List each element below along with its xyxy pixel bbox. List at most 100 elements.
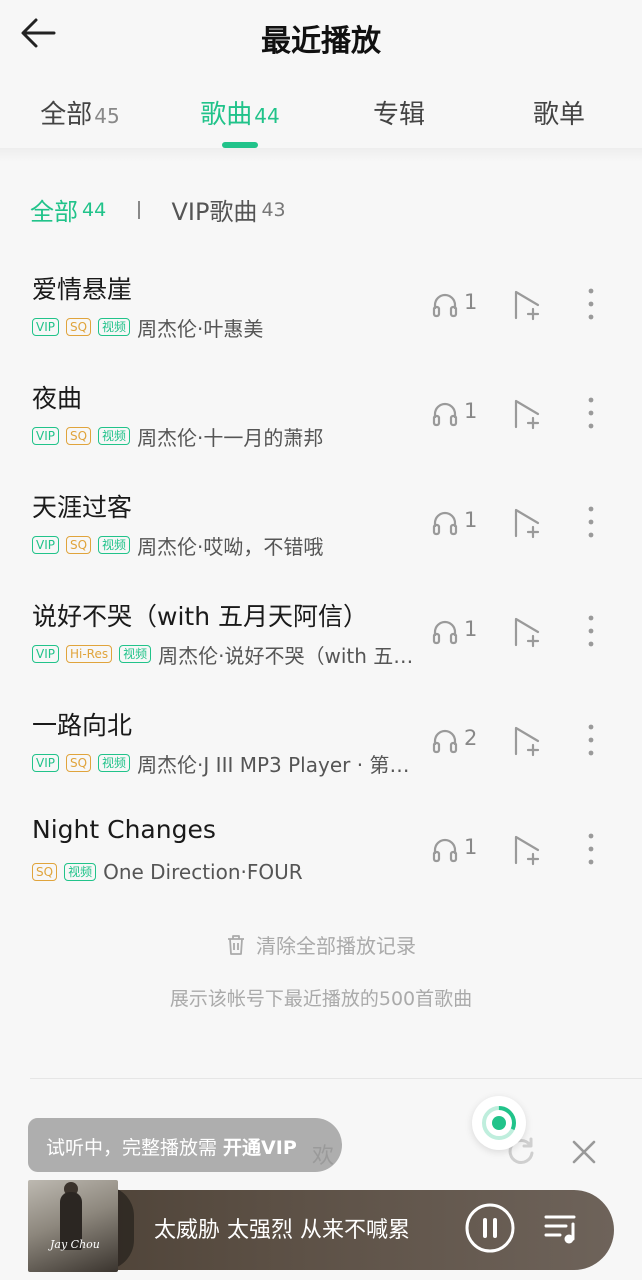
song-row[interactable]: 一路向北 VIP SQ 视频 周杰伦·J III MP3 Player · 第三张 2 (0, 706, 642, 806)
more-vertical-icon (588, 615, 594, 647)
badge-vip: VIP (32, 536, 59, 554)
trial-text: 试听中，完整播放需 (46, 1137, 224, 1159)
more-options-button[interactable] (578, 831, 604, 867)
add-to-playlist-button[interactable] (510, 397, 544, 431)
song-artist-album: 周杰伦·说好不哭（with 五月天阿信） (158, 643, 418, 668)
song-meta: VIP SQ 视频 周杰伦·J III MP3 Player · 第三张 (32, 748, 418, 778)
cover-signature: Jay Chou (50, 1238, 100, 1251)
playlist-button[interactable] (544, 1212, 582, 1246)
floating-recognize-button[interactable] (472, 1096, 526, 1150)
more-vertical-icon (588, 506, 594, 538)
play-count-value: 1 (464, 835, 478, 859)
pause-icon (465, 1203, 515, 1253)
filter-vip-label: VIP歌曲 (171, 198, 258, 226)
close-icon (572, 1140, 596, 1164)
more-vertical-icon (588, 833, 594, 865)
badge-sq: SQ (65, 318, 92, 336)
tab-songs[interactable]: 歌曲 44 (160, 94, 320, 131)
song-row[interactable]: 夜曲 VIP SQ 视频 周杰伦·十一月的萧邦 1 (0, 379, 642, 479)
more-options-button[interactable] (578, 722, 604, 758)
clear-history-button[interactable]: 清除全部播放记录 (0, 930, 642, 959)
song-artist-album: 周杰伦·十一月的萧邦 (137, 425, 324, 450)
badge-video: 视频 (98, 427, 131, 445)
song-artist-album: One Direction·FOUR (103, 860, 303, 884)
song-row[interactable]: 爱情悬崖 VIP SQ 视频 周杰伦·叶惠美 1 (0, 270, 642, 370)
close-button[interactable] (568, 1136, 600, 1168)
headphones-icon (432, 293, 458, 318)
song-title: 夜曲 (32, 384, 83, 413)
song-title: 说好不哭（with 五月天阿信） (32, 602, 368, 631)
tab-count: 45 (94, 104, 120, 128)
tab-label: 歌单 (532, 100, 585, 130)
song-meta: VIP SQ 视频 周杰伦·十一月的萧邦 (32, 421, 418, 451)
badge-video: 视频 (98, 536, 131, 554)
tab-label: 歌曲 (200, 100, 253, 130)
filter-all[interactable]: 全部 44 (30, 192, 106, 227)
headphones-icon (432, 729, 458, 754)
headphones-icon (432, 620, 458, 645)
tab-albums[interactable]: 专辑 (320, 94, 480, 131)
add-to-playlist-button[interactable] (510, 615, 544, 649)
tab-all[interactable]: 全部 45 (0, 94, 160, 131)
add-to-playlist-button[interactable] (510, 724, 544, 758)
song-title: 爱情悬崖 (32, 275, 133, 304)
play-count-value: 2 (464, 726, 478, 750)
history-footnote: 展示该帐号下最近播放的500首歌曲 (169, 988, 473, 1010)
play-count-value: 1 (464, 508, 478, 532)
open-vip-link[interactable]: 开通VIP (223, 1137, 297, 1159)
clear-history-label: 清除全部播放记录 (256, 934, 416, 958)
divider (30, 1078, 642, 1079)
badge-vip: VIP (32, 427, 59, 445)
pause-button[interactable] (464, 1202, 516, 1254)
trash-icon (228, 935, 244, 955)
headphones-icon (432, 511, 458, 536)
headphones-icon (432, 402, 458, 427)
tab-label: 专辑 (372, 100, 425, 130)
song-meta: VIP Hi-Res 视频周杰伦·说好不哭（with 五月天阿信） (32, 639, 418, 669)
add-to-playlist-icon (514, 399, 540, 430)
tab-count: 44 (254, 104, 280, 128)
add-to-playlist-icon (514, 835, 540, 866)
song-row[interactable]: 说好不哭（with 五月天阿信） VIP Hi-Res 视频 周杰伦·说好不哭（wit… (0, 597, 642, 697)
add-to-playlist-button[interactable] (510, 833, 544, 867)
play-count-value: 1 (464, 290, 478, 314)
badge-video: 视频 (119, 645, 152, 663)
badge-sq: SQ (32, 863, 58, 881)
more-options-button[interactable] (578, 504, 604, 540)
tab-playlists[interactable]: 歌单 (480, 94, 640, 131)
tab-bar: 全部 45 歌曲 44 专辑 歌单 (0, 78, 642, 150)
play-count: 1 (432, 290, 492, 322)
song-title: Night Changes (32, 815, 216, 844)
song-row[interactable]: 天涯过客 VIP SQ 视频 周杰伦·哎呦，不错哦 1 (0, 488, 642, 588)
song-artist-album: 周杰伦·叶惠美 (137, 316, 264, 341)
filter-all-label: 全部 (30, 198, 78, 226)
header: 最近播放 (0, 0, 642, 70)
add-to-playlist-button[interactable] (510, 506, 544, 540)
song-artist-album: 周杰伦·哎呦，不错哦 (137, 534, 324, 559)
page-title: 最近播放 (261, 24, 381, 59)
badge-video: 视频 (98, 318, 131, 336)
more-vertical-icon (588, 724, 594, 756)
song-row[interactable]: Night Changes SQ 视频 One Direction·FOUR 1 (0, 815, 642, 915)
more-vertical-icon (588, 288, 594, 320)
add-to-playlist-button[interactable] (510, 288, 544, 322)
song-meta: SQ 视频 One Direction·FOUR (32, 857, 418, 887)
play-count: 2 (432, 726, 492, 758)
add-to-playlist-icon (514, 726, 540, 757)
badge-hires: Hi-Res (65, 645, 113, 663)
song-meta: VIP SQ 视频 周杰伦·叶惠美 (32, 312, 418, 342)
filter-bar: 全部 44 VIP歌曲 43 (30, 192, 286, 226)
badge-video: 视频 (98, 754, 131, 772)
trial-toast[interactable]: 试听中，完整播放需 开通VIP (28, 1118, 342, 1172)
headphones-icon (432, 838, 458, 863)
play-count-value: 1 (464, 399, 478, 423)
more-options-button[interactable] (578, 286, 604, 322)
filter-vip[interactable]: VIP歌曲 43 (171, 192, 285, 227)
filter-vip-count: 43 (261, 198, 286, 221)
more-options-button[interactable] (578, 613, 604, 649)
badge-sq: SQ (65, 754, 92, 772)
tab-bar-shadow (0, 148, 642, 162)
more-options-button[interactable] (578, 395, 604, 431)
play-count-value: 1 (464, 617, 478, 641)
album-cover[interactable]: Jay Chou (28, 1180, 118, 1272)
